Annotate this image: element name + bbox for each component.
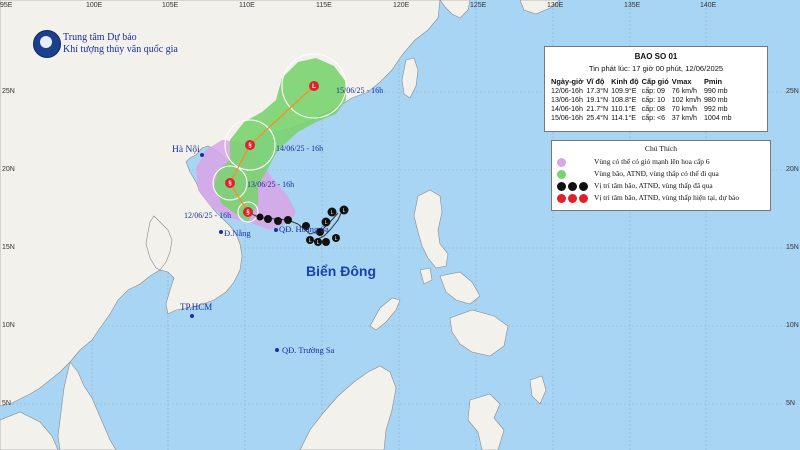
- bulletin-title: BAO SO 01: [634, 52, 678, 61]
- green-swatch-icon: [557, 170, 591, 180]
- lat-label-right: 15N: [786, 244, 799, 251]
- bulletin-row: 15/06-16h 25.4°N 114.1°E cấp: <6 37 km/h…: [551, 114, 735, 123]
- col-header: Ngày-giờ: [551, 77, 584, 86]
- label-danang: Đ.Nẵng: [224, 228, 251, 238]
- label-bien-dong: Biển Đông: [306, 263, 376, 279]
- legend-item-wind-zone: Vùng có thể có gió mạnh lên hoa cấp 6: [552, 157, 770, 168]
- lon-label: 100E: [86, 2, 103, 9]
- svg-text:L: L: [343, 208, 346, 214]
- cell: 25.4°N: [586, 114, 609, 122]
- storm-map: LLL LLL § § § L 95E 100E 105E 110E 115E 120…: [0, 0, 800, 450]
- legend-text: Vùng bão, ATNĐ, vùng thấp có thể đi qua: [594, 169, 719, 178]
- cell: cấp: 08: [641, 105, 665, 113]
- lon-label: 115E: [316, 2, 332, 9]
- bulletin-row: 12/06-16h 17.3°N 109.9°E cấp: 09 76 km/h…: [551, 87, 735, 96]
- svg-text:L: L: [312, 84, 316, 90]
- cell: 70 km/h: [671, 105, 697, 113]
- label-hanoi: Hà Nội: [172, 145, 200, 155]
- lat-label-right: 10N: [786, 322, 799, 329]
- lon-label: 140E: [700, 2, 717, 9]
- track-label-4: 15/06/25 - 16h: [336, 86, 384, 95]
- cell: 15/06-16h: [551, 114, 583, 122]
- cell: 21.7°N: [586, 105, 609, 113]
- svg-text:L: L: [331, 210, 334, 216]
- cell: 114.1°E: [611, 114, 636, 122]
- lat-label-right: 5N: [786, 400, 795, 407]
- cell: 17.3°N: [586, 87, 609, 95]
- cell: 12/06-16h: [551, 87, 583, 95]
- lon-label: 130E: [547, 2, 564, 9]
- lat-label: 15N: [2, 244, 15, 251]
- agency-name-line1: Trung tâm Dự báo: [63, 32, 137, 43]
- cell: 76 km/h: [671, 87, 697, 95]
- label-truongsa: QĐ. Trường Sa: [282, 345, 335, 355]
- lon-label: 105E: [162, 2, 179, 9]
- svg-text:L: L: [335, 236, 338, 242]
- cell: cấp: 10: [641, 96, 665, 104]
- cell: 14/06-16h: [551, 105, 583, 113]
- track-label-3: 14/06/25 - 16h: [276, 144, 324, 153]
- legend-item-storm-zone: Vùng bão, ATNĐ, vùng thấp có thể đi qua: [552, 169, 770, 180]
- svg-text:L: L: [317, 240, 320, 246]
- track-label-1: 12/06/25 - 16h: [184, 211, 232, 220]
- legend-item-past-positions: Vị trí tâm bão, ATNĐ, vùng thấp đã qua: [552, 181, 770, 192]
- legend-text: Vị trí tâm bão, ATNĐ, vùng thấp đã qua: [594, 181, 713, 190]
- lon-label: 125E: [470, 2, 487, 9]
- lon-label: 95E: [0, 2, 13, 9]
- lat-label: 10N: [2, 322, 15, 329]
- col-header: Cấp gió: [641, 77, 669, 86]
- lon-label: 110E: [239, 2, 255, 9]
- col-header: Vĩ độ: [586, 77, 605, 86]
- bulletin-row: 13/06-16h 19.1°N 108.8°E cấp: 10 102 km/…: [551, 96, 735, 105]
- bulletin-header-row: Ngày-giờ Vĩ độ Kinh độ Cấp gió Vmax Pmin: [551, 77, 735, 87]
- legend-text: Vị trí tâm bão, ATNĐ, vùng thấp hiện tại…: [594, 193, 740, 202]
- col-header: Vmax: [671, 77, 692, 86]
- legend-text: Vùng có thể có gió mạnh lên hoa cấp 6: [594, 157, 710, 166]
- cell: 13/06-16h: [551, 96, 583, 104]
- lat-label: 25N: [2, 88, 15, 95]
- lat-label-right: 25N: [786, 88, 799, 95]
- bulletin-issued: Tin phát lúc: 17 giờ 00 phút, 12/06/2025: [588, 64, 724, 73]
- legend-title: Chú Thích: [644, 144, 678, 153]
- svg-text:L: L: [309, 238, 312, 244]
- lat-label: 20N: [2, 166, 15, 173]
- col-header: Kinh độ: [611, 77, 639, 86]
- cell: 109.9°E: [611, 87, 637, 95]
- bulletin-table: Ngày-giờ Vĩ độ Kinh độ Cấp gió Vmax Pmin…: [551, 77, 735, 123]
- label-hcm: TP.HCM: [180, 302, 213, 312]
- lon-label: 120E: [393, 2, 410, 9]
- bulletin-box: BAO SO 01 Tin phát lúc: 17 giờ 00 phút, …: [544, 46, 768, 132]
- cell: 19.1°N: [586, 96, 609, 104]
- purple-swatch-icon: [557, 158, 591, 168]
- legend-item-forecast-positions: Vị trí tâm bão, ATNĐ, vùng thấp hiện tại…: [552, 193, 770, 204]
- label-hoangsa: QĐ. Hoàng Sa: [279, 224, 329, 234]
- red-storm-symbols-icon: [557, 194, 591, 204]
- lat-label: 5N: [2, 400, 11, 407]
- cell: 990 mb: [703, 87, 728, 95]
- cell: 992 mb: [703, 105, 728, 113]
- bulletin-row: 14/06-16h 21.7°N 110.1°E cấp: 08 70 km/h…: [551, 105, 735, 114]
- cell: 980 mb: [703, 96, 728, 104]
- col-header: Pmin: [703, 77, 723, 86]
- cell: 102 km/h: [671, 96, 701, 104]
- black-storm-symbols-icon: [557, 182, 591, 192]
- map-legend: Chú Thích Vùng có thể có gió mạnh lên ho…: [551, 140, 771, 211]
- lon-label: 135E: [624, 2, 641, 9]
- agency-header: Trung tâm Dự báo Khí tượng thủy văn quốc…: [33, 30, 213, 60]
- track-label-2: 13/06/25 - 16h: [247, 180, 295, 189]
- cell: cấp: <6: [641, 114, 666, 122]
- cell: 1004 mb: [703, 114, 732, 122]
- cell: 37 km/h: [671, 114, 697, 122]
- cell: 110.1°E: [611, 105, 636, 113]
- agency-name-line2: Khí tượng thủy văn quốc gia: [63, 44, 178, 55]
- cell: cấp: 09: [641, 87, 665, 95]
- cell: 108.8°E: [611, 96, 637, 104]
- lat-label-right: 20N: [786, 166, 799, 173]
- agency-logo: [33, 30, 61, 58]
